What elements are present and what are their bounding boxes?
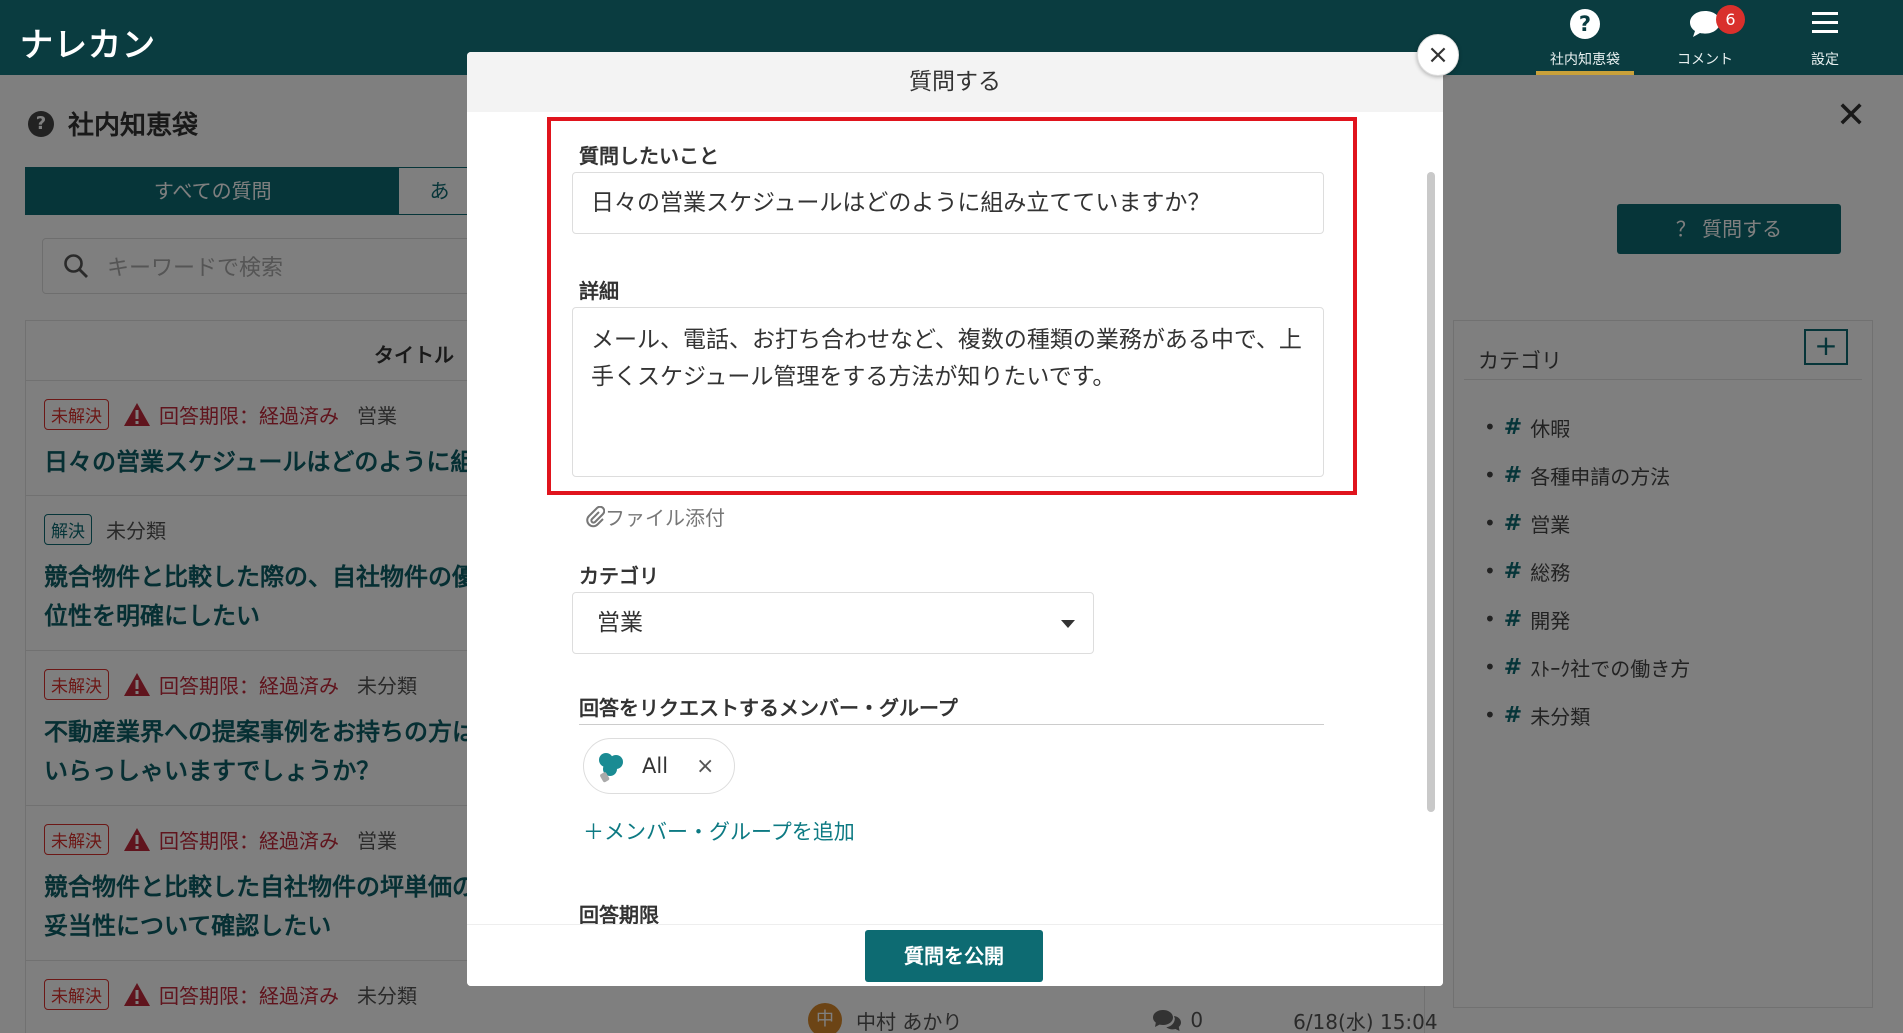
nav-knowledge-label: 社内知恵袋 — [1550, 52, 1620, 68]
question-circle-icon: ? — [1570, 9, 1600, 39]
attach-file-label: ファイル添付 — [605, 506, 725, 530]
request-members-label: 回答をリクエストするメンバー・グループ — [579, 696, 958, 720]
app-logo[interactable]: ナレカン — [20, 18, 156, 66]
chip-label: All — [642, 754, 669, 778]
nav-settings[interactable]: 設定 — [1770, 0, 1880, 75]
paperclip-icon — [586, 505, 605, 527]
comment-count-badge: 6 — [1716, 5, 1745, 34]
category-select-value: 営業 — [597, 610, 643, 636]
member-group-chip: All × — [583, 738, 735, 794]
nav-comments[interactable]: 6 コメント — [1650, 0, 1760, 75]
category-select[interactable]: 営業 — [572, 592, 1094, 654]
modal-title: 質問する — [467, 52, 1443, 112]
publish-question-button[interactable]: 質問を公開 — [865, 930, 1043, 982]
group-icon — [599, 753, 623, 783]
divider — [579, 724, 1324, 725]
attach-file-link[interactable]: ファイル添付 — [585, 502, 725, 531]
nav-comments-label: コメント — [1677, 52, 1733, 68]
hamburger-menu-icon — [1810, 9, 1840, 41]
close-modal-icon[interactable]: × — [1417, 34, 1459, 76]
nav-knowledge[interactable]: ? 社内知恵袋 — [1530, 0, 1640, 75]
highlight-box — [547, 117, 1357, 495]
nav-settings-label: 設定 — [1811, 52, 1839, 68]
scrollbar-thumb[interactable] — [1427, 172, 1435, 812]
ask-question-modal: 質問する 質問したいこと 日々の営業スケジュールはどのように組み立てていますか？… — [467, 52, 1443, 986]
caret-down-icon — [1061, 620, 1075, 628]
category-label: カテゴリ — [579, 564, 659, 588]
remove-chip-icon[interactable]: × — [696, 754, 714, 779]
add-member-group-link[interactable]: ＋メンバー・グループを追加 — [583, 816, 855, 846]
scrollbar[interactable] — [1425, 112, 1435, 924]
